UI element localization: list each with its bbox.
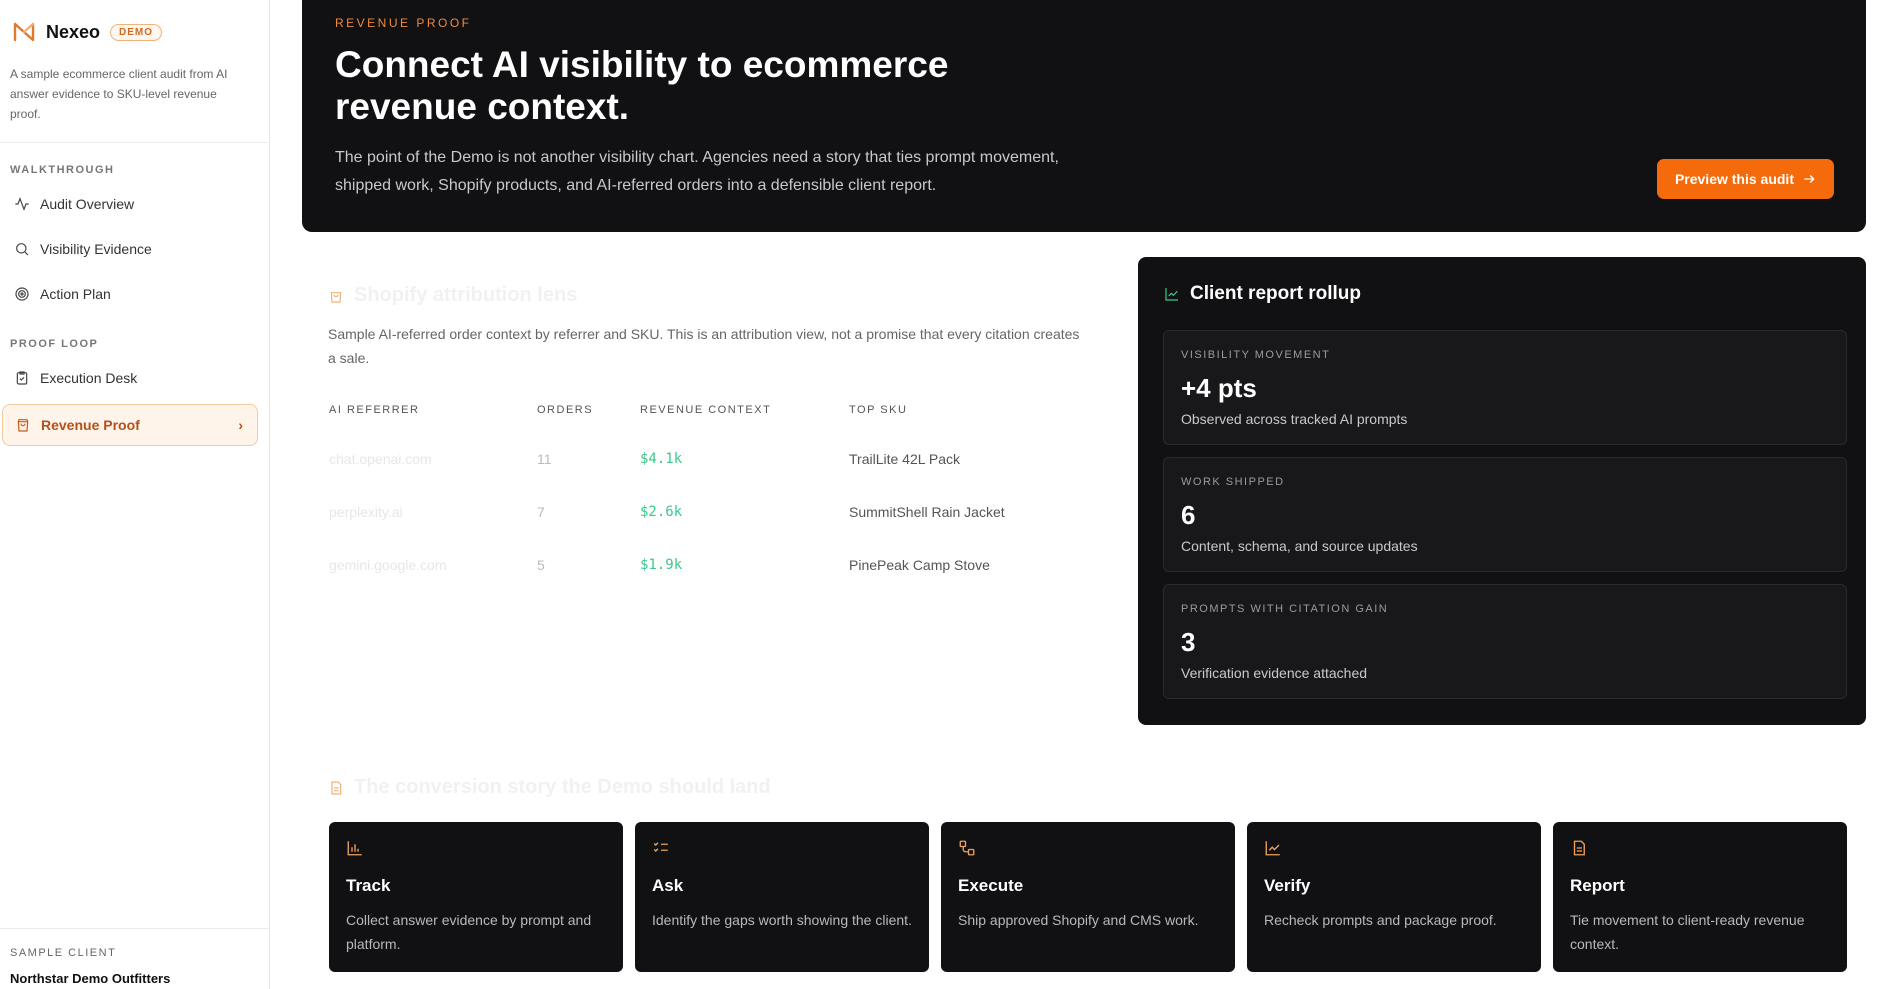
referrer-cell: perplexity.ai xyxy=(329,504,403,520)
rollup-title: Client report rollup xyxy=(1190,283,1361,304)
metric-card-visibility: VISIBILITY MOVEMENT +4 pts Observed acro… xyxy=(1163,330,1847,445)
preview-audit-button[interactable]: Preview this audit xyxy=(1656,159,1834,199)
metric-note: Observed across tracked AI prompts xyxy=(1181,411,1408,427)
shopping-bag-icon xyxy=(17,419,29,432)
sidebar-item-action-plan[interactable]: Action Plan xyxy=(2,273,258,315)
sidebar-item-revenue-proof[interactable]: Revenue Proof › xyxy=(2,404,258,446)
orders-cell: 7 xyxy=(537,504,545,520)
step-card-ask: Ask Identify the gaps worth showing the … xyxy=(635,822,929,972)
activity-icon xyxy=(15,196,29,212)
step-title: Execute xyxy=(958,876,1024,895)
metric-value: +4 pts xyxy=(1181,373,1257,403)
conversion-title: The conversion story the Demo should lan… xyxy=(354,776,771,798)
sidebar-item-label: Revenue Proof xyxy=(41,417,140,433)
metric-label: WORK SHIPPED xyxy=(1181,476,1285,488)
page-title: Connect AI visibility to ecommerce reven… xyxy=(335,44,949,127)
step-card-execute: Execute Ship approved Shopify and CMS wo… xyxy=(941,822,1235,972)
attribution-description: Sample AI-referred order context by refe… xyxy=(328,326,1080,366)
step-title: Verify xyxy=(1264,876,1311,895)
search-icon xyxy=(16,243,29,256)
list-checks-icon xyxy=(653,842,668,852)
rollup-header: Client report rollup xyxy=(1164,283,1361,305)
metric-label: PROMPTS WITH CITATION GAIN xyxy=(1181,603,1389,615)
step-description: Identify the gaps worth showing the clie… xyxy=(652,912,912,928)
metric-note: Content, schema, and source updates xyxy=(1181,538,1418,554)
hero-eyebrow: REVENUE PROOF xyxy=(335,16,472,30)
metric-label: VISIBILITY MOVEMENT xyxy=(1181,349,1331,361)
conversion-header: The conversion story the Demo should lan… xyxy=(328,776,771,799)
sidebar-divider xyxy=(0,928,270,929)
target-icon xyxy=(15,287,29,301)
section-label-proof-loop: PROOF LOOP xyxy=(10,338,99,350)
brand[interactable]: Nexeo DEMO xyxy=(12,20,163,44)
attribution-header: Shopify attribution lens xyxy=(328,284,577,307)
referrer-cell: chat.openai.com xyxy=(329,451,432,467)
hero-banner: REVENUE PROOF Connect AI visibility to e… xyxy=(302,0,1866,232)
hero-description: The point of the Demo is not another vis… xyxy=(335,149,1059,194)
referrer-cell: gemini.google.com xyxy=(329,557,447,573)
step-title: Ask xyxy=(652,876,684,895)
sidebar-item-execution-desk[interactable]: Execution Desk xyxy=(2,357,258,399)
client-label: SAMPLE CLIENT xyxy=(10,947,117,959)
client-name: Northstar Demo Outfitters xyxy=(10,971,171,986)
step-description: Tie movement to client-ready revenue con… xyxy=(1570,912,1805,952)
sidebar-divider xyxy=(0,142,270,143)
bar-chart-icon xyxy=(347,841,362,856)
sku-cell: PinePeak Camp Stove xyxy=(849,557,990,573)
step-description: Recheck prompts and package proof. xyxy=(1264,912,1497,928)
step-description: Collect answer evidence by prompt and pl… xyxy=(346,912,592,952)
sidebar-item-label: Execution Desk xyxy=(40,370,138,386)
sku-cell: TrailLite 42L Pack xyxy=(849,451,961,467)
section-label-walkthrough: WALKTHROUGH xyxy=(10,164,115,176)
client-report-rollup: Client report rollup VISIBILITY MOVEMENT… xyxy=(1138,257,1866,725)
metric-value: 6 xyxy=(1181,500,1196,530)
orders-cell: 5 xyxy=(537,557,545,573)
step-title: Report xyxy=(1570,876,1625,895)
sidebar-item-label: Visibility Evidence xyxy=(40,241,152,257)
step-card-report: Report Tie movement to client-ready reve… xyxy=(1553,822,1847,972)
sidebar-item-audit-overview[interactable]: Audit Overview xyxy=(2,183,258,225)
brand-name: Nexeo xyxy=(46,21,101,42)
clipboard-check-icon xyxy=(16,371,28,385)
step-card-track: Track Collect answer evidence by prompt … xyxy=(329,822,623,972)
metric-card-work-shipped: WORK SHIPPED 6 Content, schema, and sour… xyxy=(1163,457,1847,572)
step-description: Ship approved Shopify and CMS work. xyxy=(958,912,1199,928)
orders-cell: 11 xyxy=(537,451,552,467)
sidebar-item-label: Audit Overview xyxy=(40,196,135,212)
nexeo-logo-icon xyxy=(13,22,35,42)
chevron-right-icon: › xyxy=(238,417,243,433)
sidebar-item-visibility-evidence[interactable]: Visibility Evidence xyxy=(2,228,258,270)
column-header-revenue: REVENUE CONTEXT xyxy=(640,404,772,416)
attribution-title: Shopify attribution lens xyxy=(354,284,578,306)
file-text-icon xyxy=(1573,840,1585,856)
metric-note: Verification evidence attached xyxy=(1181,665,1368,681)
metric-value: 3 xyxy=(1181,627,1196,657)
revenue-cell: $1.9k xyxy=(640,557,683,573)
arrow-right-icon xyxy=(1804,175,1815,183)
preview-audit-button-label: Preview this audit xyxy=(1674,171,1794,187)
shopping-bag-icon xyxy=(330,291,342,303)
sidebar: Nexeo DEMO A sample ecommerce client aud… xyxy=(0,0,270,989)
demo-badge: DEMO xyxy=(110,23,163,41)
app-root: Nexeo DEMO A sample ecommerce client aud… xyxy=(0,0,1881,989)
column-header-top-sku: TOP SKU xyxy=(849,404,908,416)
line-chart-icon xyxy=(1165,288,1178,301)
step-title: Track xyxy=(346,876,391,895)
sku-cell: SummitShell Rain Jacket xyxy=(849,504,1005,520)
revenue-cell: $2.6k xyxy=(640,504,683,520)
column-header-orders: ORDERS xyxy=(537,404,594,416)
sidebar-item-label: Action Plan xyxy=(40,286,111,302)
line-chart-icon xyxy=(1265,841,1280,856)
brand-description: A sample ecommerce client audit from AI … xyxy=(10,67,228,121)
column-header-referrer: AI REFERRER xyxy=(329,404,420,416)
revenue-cell: $4.1k xyxy=(640,451,683,467)
metric-card-citation-gain: PROMPTS WITH CITATION GAIN 3 Verificatio… xyxy=(1163,584,1847,699)
file-text-icon xyxy=(331,780,342,795)
workflow-icon xyxy=(959,840,975,856)
step-card-verify: Verify Recheck prompts and package proof… xyxy=(1247,822,1541,972)
